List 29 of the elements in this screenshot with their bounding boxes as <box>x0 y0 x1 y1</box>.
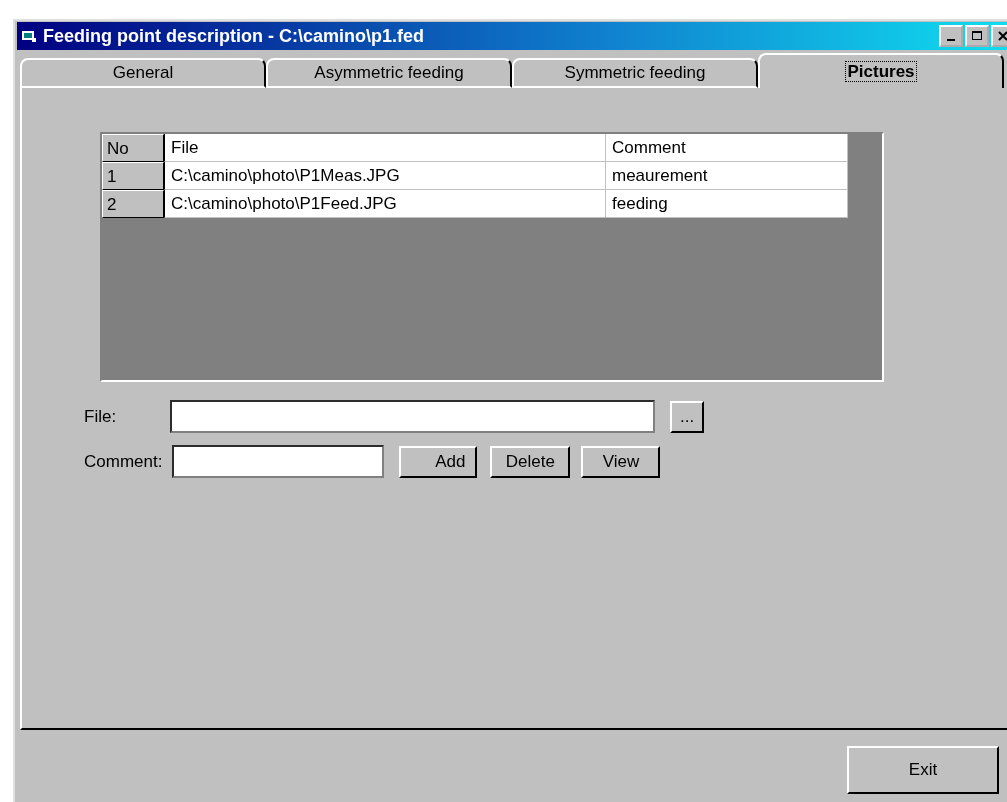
file-input-field[interactable] <box>170 400 656 433</box>
close-icon <box>997 30 1007 42</box>
tab[interactable]: Pictures <box>758 53 1004 88</box>
column-header: File <box>164 134 606 162</box>
table-cell[interactable]: C:\camino\photo\P1Feed.JPG <box>164 190 606 218</box>
window-title: Feeding point description - C:\camino\p1.fed <box>43 25 425 47</box>
minimize-icon <box>947 39 955 41</box>
tab[interactable]: General <box>20 58 266 88</box>
action-button[interactable]: View <box>581 445 661 478</box>
comment-label: Comment: <box>84 451 163 472</box>
tab[interactable]: Asymmetric feeding <box>266 58 512 88</box>
table-cell[interactable]: feeding <box>606 190 848 218</box>
comment-input-field[interactable] <box>172 445 385 478</box>
action-button[interactable]: Delete <box>490 445 571 478</box>
maximize-button[interactable] <box>965 25 989 47</box>
row-header: 2 <box>102 190 164 218</box>
exit-button[interactable]: Exit <box>847 746 999 794</box>
file-label: File: <box>84 406 117 427</box>
column-header: No <box>102 134 164 162</box>
minimize-button[interactable] <box>939 25 963 47</box>
browse-button[interactable]: ... <box>670 400 705 433</box>
column-header: Comment <box>606 134 848 162</box>
maximize-icon <box>971 30 983 42</box>
tab[interactable]: Symmetric feeding <box>512 58 758 88</box>
app-icon <box>21 28 37 44</box>
action-button[interactable]: Add <box>399 445 478 478</box>
table-cell[interactable]: meaurement <box>606 162 848 190</box>
row-header: 1 <box>102 162 164 190</box>
table-cell[interactable]: C:\camino\photo\P1Meas.JPG <box>164 162 606 190</box>
